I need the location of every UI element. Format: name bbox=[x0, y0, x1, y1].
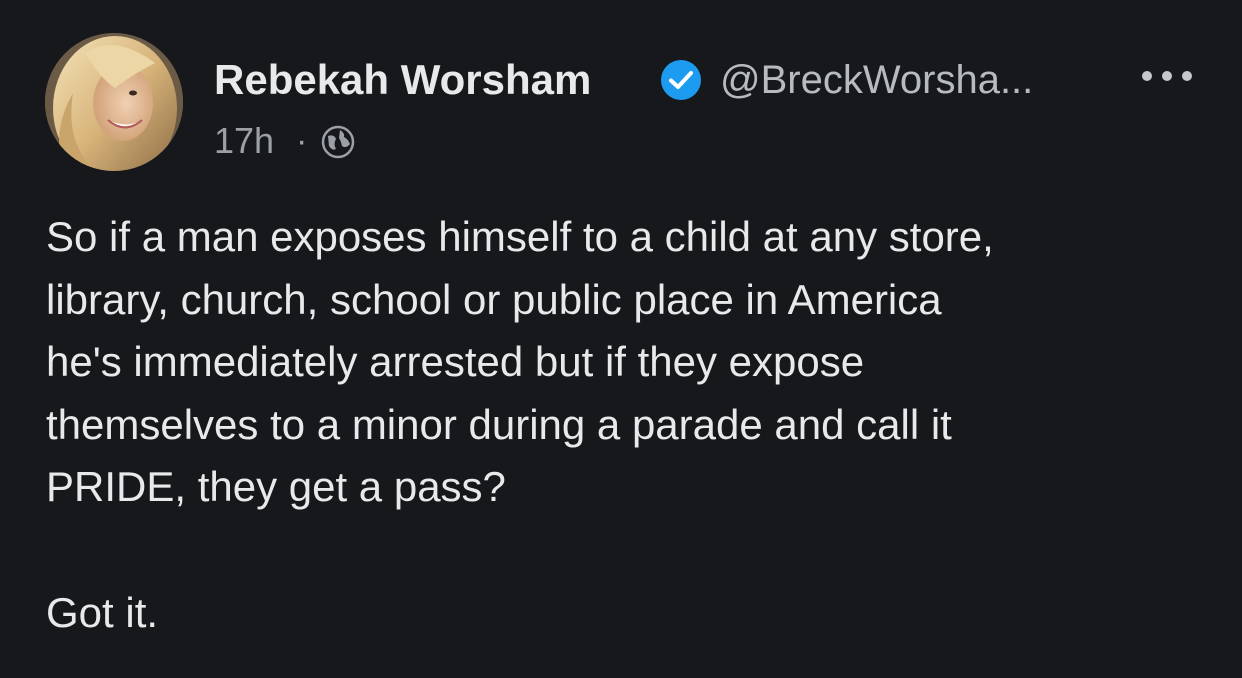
meta-separator: · bbox=[296, 122, 308, 160]
author-handle[interactable]: @BreckWorsha... bbox=[720, 54, 1033, 106]
post-followup: Got it. bbox=[46, 589, 159, 636]
post-card: Rebekah Worsham @BreckWorsha... 17h · So… bbox=[0, 0, 1242, 678]
post-body: So if a man exposes himself to a child a… bbox=[46, 213, 994, 510]
globe-icon bbox=[321, 125, 355, 159]
author-name[interactable]: Rebekah Worsham bbox=[214, 54, 591, 106]
avatar-image bbox=[45, 33, 183, 171]
avatar[interactable] bbox=[45, 33, 183, 171]
verified-badge-icon bbox=[661, 60, 701, 100]
more-options-icon[interactable] bbox=[1140, 66, 1194, 86]
post-timestamp[interactable]: 17h bbox=[214, 118, 274, 164]
